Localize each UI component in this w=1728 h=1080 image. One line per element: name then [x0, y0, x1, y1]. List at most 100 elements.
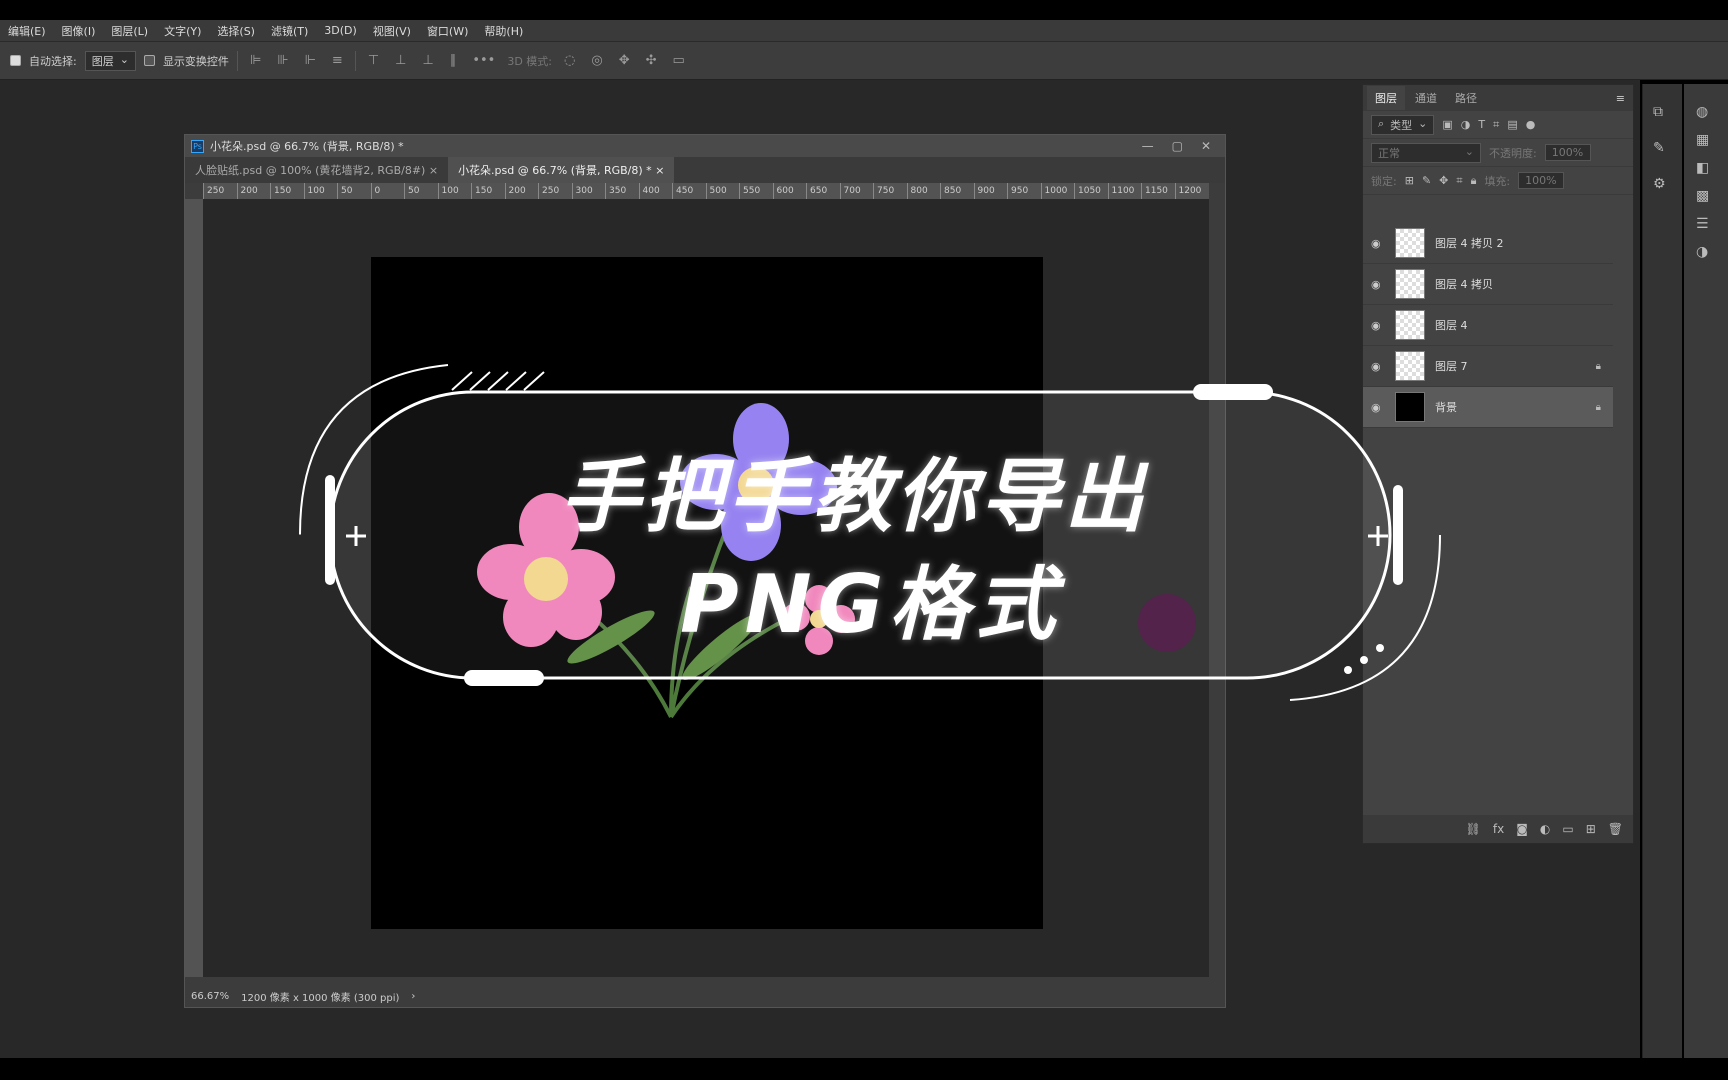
overlay-title-line2: PNG格式 [680, 558, 1062, 651]
vertical-ruler[interactable] [185, 199, 203, 977]
layer-row[interactable]: ◉ 图层 4 拷贝 [1363, 264, 1613, 305]
ruler-tick: 450 [672, 183, 706, 199]
menu-layer[interactable]: 图层(L) [103, 23, 156, 39]
panel-tabs: 图层 通道 路径 ≡ [1363, 85, 1633, 111]
swatches-icon[interactable]: ▦ [1696, 132, 1716, 148]
lock-artboard-icon[interactable]: ⌗ [1456, 174, 1462, 188]
eye-icon[interactable]: ◉ [1371, 401, 1385, 414]
brush-icon[interactable]: ✎ [1653, 140, 1672, 156]
camera-3d-icon[interactable]: ▭ [669, 53, 689, 68]
menu-type[interactable]: 文字(Y) [156, 23, 209, 39]
filter-smart-icon[interactable]: ▤ [1507, 118, 1517, 131]
roll-3d-icon[interactable]: ◎ [587, 53, 606, 68]
lock-all-icon[interactable]: 🔒︎ [1471, 174, 1477, 188]
orbit-3d-icon[interactable]: ◌ [560, 53, 579, 68]
status-bar: 66.67% 1200 像素 x 1000 像素 (300 ppi) › [185, 985, 1225, 1007]
align-middle-icon[interactable]: ⊥ [391, 53, 410, 68]
menu-select[interactable]: 选择(S) [209, 23, 263, 39]
blend-mode-dropdown[interactable]: 正常 ⌄ [1371, 142, 1481, 163]
ruler-tick: 150 [270, 183, 304, 199]
align-left-icon[interactable]: ⊫ [246, 53, 265, 68]
document-title-bar[interactable]: Ps 小花朵.psd @ 66.7% (背景, RGB/8) * — ▢ ✕ [185, 135, 1225, 157]
distribute-icon[interactable]: ≡ [328, 53, 347, 68]
ruler-tick: 200 [236, 183, 271, 199]
chevron-right-icon[interactable]: › [411, 991, 415, 1002]
close-icon[interactable]: × [429, 164, 438, 177]
tab-layers[interactable]: 图层 [1367, 86, 1405, 110]
ruler-tick: 250 [203, 183, 237, 199]
gradient-icon[interactable]: ◧ [1696, 160, 1716, 176]
filter-text-icon[interactable]: T [1478, 118, 1485, 131]
eye-icon[interactable]: ◉ [1371, 319, 1385, 332]
layer-list: ◉ 图层 4 拷贝 2 ◉ 图层 4 拷贝 ◉ 图层 4 ◉ 图层 7 🔒︎ ◉ 背景 🔒︎ [1363, 223, 1613, 428]
properties-icon[interactable]: ☰ [1696, 216, 1716, 232]
filter-toggle-icon[interactable]: ● [1526, 118, 1536, 131]
eye-icon[interactable]: ◉ [1371, 237, 1385, 250]
lock-move-icon[interactable]: ✥ [1439, 174, 1448, 187]
opacity-label: 不透明度: [1489, 146, 1537, 160]
auto-select-checkbox[interactable] [10, 55, 21, 66]
lock-paint-icon[interactable]: ✎ [1422, 174, 1431, 187]
history-icon[interactable]: ⧉ [1653, 104, 1672, 120]
adjustment-icon[interactable]: ◐ [1540, 822, 1550, 836]
more-icon[interactable]: ••• [468, 53, 499, 68]
overlay-title-line1: 手把手教你导出 [560, 450, 1148, 543]
show-transform-checkbox[interactable] [143, 55, 155, 66]
layer-row[interactable]: ◉ 图层 4 拷贝 2 [1363, 223, 1613, 264]
maximize-icon[interactable]: ▢ [1172, 139, 1183, 153]
align-right-icon[interactable]: ⊩ [301, 53, 320, 68]
menu-edit[interactable]: 编辑(E) [0, 23, 54, 39]
lock-transparent-icon[interactable]: ⊞ [1405, 174, 1414, 187]
slide-3d-icon[interactable]: ✣ [642, 53, 661, 68]
trash-icon[interactable]: 🗑︎ [1608, 822, 1623, 836]
layer-row[interactable]: ◉ 图层 4 [1363, 305, 1613, 346]
opacity-field[interactable]: 100% [1544, 144, 1591, 161]
align-bottom-icon[interactable]: ⊥ [418, 53, 437, 68]
folder-icon[interactable]: ▭ [1562, 822, 1573, 836]
color-icon[interactable]: ◍ [1696, 104, 1716, 120]
align-top-icon[interactable]: ⊤ [364, 53, 383, 68]
patterns-icon[interactable]: ▩ [1696, 188, 1716, 204]
layer-row[interactable]: ◉ 图层 7 🔒︎ [1363, 346, 1613, 387]
lock-icon: 🔒︎ [1595, 360, 1601, 372]
new-layer-icon[interactable]: ⊞ [1586, 822, 1596, 836]
layer-thumbnail [1395, 351, 1425, 381]
filter-shape-icon[interactable]: ⌗ [1493, 118, 1499, 132]
adjust-icon[interactable]: ⚙ [1653, 176, 1672, 192]
show-transform-label: 显示变换控件 [162, 54, 229, 68]
tab-paths[interactable]: 路径 [1447, 86, 1485, 110]
blend-row: 正常 ⌄ 不透明度: 100% [1363, 139, 1633, 167]
pan-3d-icon[interactable]: ✥ [615, 53, 634, 68]
menu-3d[interactable]: 3D(D) [316, 24, 365, 37]
close-icon[interactable]: ✕ [1201, 139, 1211, 153]
menu-filter[interactable]: 滤镜(T) [263, 23, 316, 39]
zoom-level[interactable]: 66.67% [191, 991, 229, 1002]
layer-name: 背景 [1435, 401, 1457, 414]
link-icon[interactable]: ⛓ [1466, 822, 1481, 836]
close-icon[interactable]: × [655, 164, 664, 177]
align-center-icon[interactable]: ⊪ [273, 53, 292, 68]
eye-icon[interactable]: ◉ [1371, 360, 1385, 373]
menu-view[interactable]: 视图(V) [365, 23, 419, 39]
eye-icon[interactable]: ◉ [1371, 278, 1385, 291]
layer-name: 图层 4 拷贝 2 [1435, 237, 1504, 250]
minimize-icon[interactable]: — [1142, 139, 1154, 153]
menu-image[interactable]: 图像(I) [54, 23, 104, 39]
horizontal-ruler[interactable]: 250 200 150 100 50 0 50 100 150 200 250 300 350 400 45… [203, 183, 1209, 199]
adjustments-icon[interactable]: ◑ [1696, 244, 1716, 260]
menu-window[interactable]: 窗口(W) [419, 23, 476, 39]
menu-help[interactable]: 帮助(H) [476, 23, 531, 39]
distribute-vertical-icon[interactable]: ∥ [446, 53, 461, 68]
tab-channels[interactable]: 通道 [1407, 86, 1445, 110]
layer-row-background[interactable]: ◉ 背景 🔒︎ [1363, 387, 1613, 428]
fx-icon[interactable]: fx [1493, 822, 1504, 836]
fill-field[interactable]: 100% [1518, 172, 1565, 189]
mask-icon[interactable]: ◙ [1516, 822, 1528, 836]
tab-flower[interactable]: 小花朵.psd @ 66.7% (背景, RGB/8) * × [448, 157, 675, 183]
filter-adjust-icon[interactable]: ◑ [1461, 118, 1471, 131]
filter-pixel-icon[interactable]: ▣ [1442, 118, 1452, 131]
auto-select-dropdown[interactable]: 图层 ⌄ [84, 50, 136, 71]
filter-dropdown[interactable]: ⌕ 类型 ⌄ [1371, 114, 1435, 135]
panel-menu-icon[interactable]: ≡ [1616, 92, 1633, 105]
tab-face-sticker[interactable]: 人脸贴纸.psd @ 100% (黄花墙背2, RGB/8#) × [185, 157, 449, 183]
